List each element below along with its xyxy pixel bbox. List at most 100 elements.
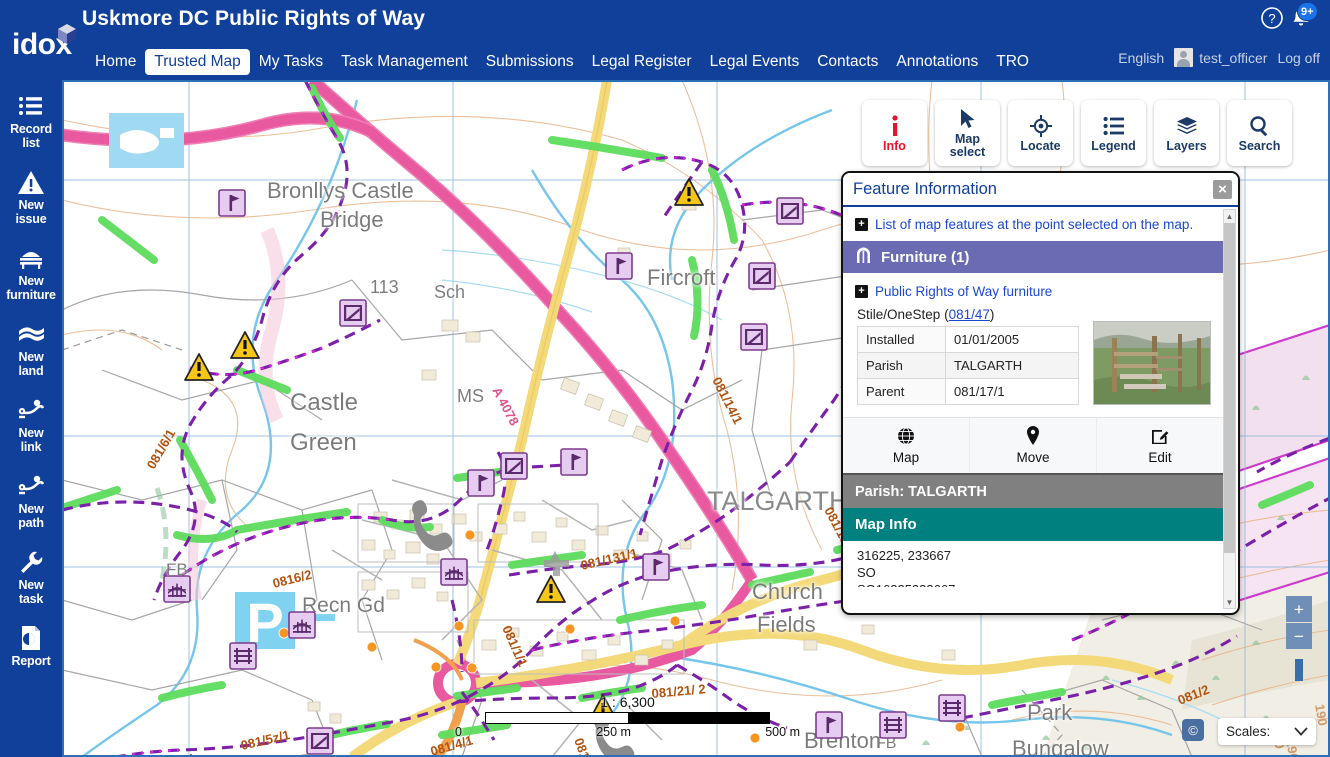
sidebar-item-record-list[interactable]: Record list bbox=[0, 90, 62, 152]
panel-tail-inner bbox=[943, 611, 961, 613]
map-warning-icon[interactable] bbox=[230, 331, 260, 359]
nav-contacts[interactable]: Contacts bbox=[808, 49, 887, 75]
map-marker-stile[interactable] bbox=[938, 694, 966, 722]
map-marker-signpost[interactable] bbox=[560, 448, 588, 476]
list-icon bbox=[1103, 114, 1125, 138]
nav-trusted-map[interactable]: Trusted Map bbox=[145, 49, 250, 75]
globe-icon bbox=[897, 427, 915, 448]
question-mark-circle-icon[interactable]: ? bbox=[1260, 6, 1284, 30]
tool-search-button[interactable]: Search bbox=[1227, 100, 1292, 166]
map-marker-gate[interactable] bbox=[500, 452, 528, 480]
scroll-down-icon[interactable]: ▼ bbox=[1224, 596, 1235, 608]
tool-layers-label: Layers bbox=[1166, 138, 1207, 153]
map-warning-icon[interactable] bbox=[184, 353, 214, 381]
expand-plus-icon[interactable]: + bbox=[855, 285, 868, 298]
nav-annotations[interactable]: Annotations bbox=[887, 49, 987, 75]
language-selector[interactable]: English bbox=[1118, 50, 1164, 66]
attr-key-parent: Parent bbox=[857, 378, 946, 405]
application-window: idox Uskmore DC Public Rights of Way Hom… bbox=[0, 0, 1330, 757]
map-marker-gate[interactable] bbox=[339, 299, 367, 327]
nav-task-management[interactable]: Task Management bbox=[332, 49, 477, 75]
sidebar-item-new-furniture[interactable]: New furniture bbox=[0, 242, 62, 304]
sidebar-label-new-issue: New issue bbox=[15, 198, 47, 226]
nav-tro[interactable]: TRO bbox=[987, 49, 1038, 75]
feature-ref-link[interactable]: 081/47 bbox=[949, 307, 990, 322]
sidebar-item-new-path[interactable]: New path bbox=[0, 470, 62, 532]
sidebar-item-new-land[interactable]: New land bbox=[0, 318, 62, 380]
nav-my-tasks[interactable]: My Tasks bbox=[250, 49, 332, 75]
map-marker-gate[interactable] bbox=[306, 727, 334, 755]
action-move-label: Move bbox=[1016, 450, 1050, 465]
subsection-link[interactable]: Public Rights of Way furniture bbox=[875, 284, 1052, 299]
map-marker-bridge[interactable] bbox=[440, 558, 468, 586]
feature-name-row: Stile/OneStep (081/47) bbox=[857, 307, 995, 322]
tool-layers-button[interactable]: Layers bbox=[1154, 100, 1219, 166]
map-marker-bridge[interactable] bbox=[288, 611, 316, 639]
sidebar-label-new-path: New path bbox=[18, 502, 44, 530]
tool-locate-button[interactable]: Locate bbox=[1008, 100, 1073, 166]
tool-map-select-button[interactable]: Map select bbox=[935, 100, 1000, 166]
scale-ratio-label: 1 : 6,300 bbox=[600, 694, 655, 710]
route-node-icon bbox=[16, 472, 46, 500]
list-icon bbox=[17, 92, 45, 120]
zoom-in-button[interactable]: + bbox=[1286, 596, 1312, 622]
notifications-bell[interactable]: 9+ bbox=[1288, 2, 1318, 32]
feature-photo[interactable] bbox=[1093, 321, 1211, 405]
map-marker-signpost[interactable] bbox=[467, 469, 495, 497]
map-marker-signpost[interactable] bbox=[605, 252, 633, 280]
nav-legal-register[interactable]: Legal Register bbox=[583, 49, 701, 75]
copyright-icon[interactable]: © bbox=[1182, 719, 1204, 741]
nav-submissions[interactable]: Submissions bbox=[477, 49, 583, 75]
user-menu[interactable]: test_officer bbox=[1174, 48, 1267, 67]
map-marker-bridge[interactable] bbox=[163, 575, 191, 603]
map-marker-signpost[interactable] bbox=[642, 553, 670, 581]
pencil-square-icon bbox=[1151, 427, 1169, 448]
map-marker-gate[interactable] bbox=[748, 262, 776, 290]
action-edit-button[interactable]: Edit bbox=[1097, 418, 1223, 473]
main-navigation: Home Trusted Map My Tasks Task Managemen… bbox=[86, 48, 1038, 76]
category-label: Furniture (1) bbox=[881, 248, 970, 266]
map-marker-signpost[interactable] bbox=[218, 189, 246, 217]
map-info-grid-ref: SO16225233667 bbox=[857, 581, 1211, 587]
chevron-down-icon bbox=[1294, 724, 1308, 739]
subsection-link-row[interactable]: + Public Rights of Way furniture bbox=[843, 273, 1223, 307]
panel-header: Feature Information × bbox=[843, 173, 1238, 207]
scales-select[interactable]: Scales: bbox=[1218, 718, 1316, 745]
idox-logo[interactable]: idox bbox=[12, 22, 78, 68]
svg-text:?: ? bbox=[1268, 11, 1275, 26]
scrollbar-thumb[interactable] bbox=[1224, 223, 1235, 553]
top-header: idox Uskmore DC Public Rights of Way Hom… bbox=[0, 0, 1330, 80]
panel-scrollbar[interactable]: ▲ ▼ bbox=[1223, 209, 1236, 609]
action-map-button[interactable]: Map bbox=[843, 418, 970, 473]
nav-legal-events[interactable]: Legal Events bbox=[701, 49, 809, 75]
zoom-slider[interactable] bbox=[1295, 659, 1303, 681]
tool-legend-button[interactable]: Legend bbox=[1081, 100, 1146, 166]
sidebar-item-new-issue[interactable]: New issue bbox=[0, 166, 62, 228]
scroll-up-icon[interactable]: ▲ bbox=[1224, 210, 1235, 222]
nav-home[interactable]: Home bbox=[86, 49, 145, 75]
map-marker-gate[interactable] bbox=[740, 323, 768, 351]
scale-tick-250: 250 m bbox=[596, 725, 631, 739]
cursor-arrow-icon bbox=[959, 107, 977, 131]
close-icon[interactable]: × bbox=[1213, 179, 1232, 199]
feature-list-link[interactable]: List of map features at the point select… bbox=[875, 217, 1193, 232]
map-pin-icon bbox=[1025, 426, 1041, 448]
map-marker-stile[interactable] bbox=[229, 642, 257, 670]
feature-list-link-row[interactable]: + List of map features at the point sele… bbox=[843, 207, 1223, 241]
sidebar-item-new-task[interactable]: New task bbox=[0, 546, 62, 608]
logoff-link[interactable]: Log off bbox=[1277, 50, 1320, 66]
sidebar-item-report[interactable]: Report bbox=[0, 622, 62, 671]
expand-plus-icon[interactable]: + bbox=[855, 218, 868, 231]
map-marker-signpost[interactable] bbox=[815, 711, 843, 739]
map-warning-icon[interactable] bbox=[536, 575, 566, 603]
map-marker-gate[interactable] bbox=[776, 197, 804, 225]
action-move-button[interactable]: Move bbox=[970, 418, 1097, 473]
sidebar-item-new-link[interactable]: New link bbox=[0, 394, 62, 456]
map-info-bar: Map Info bbox=[843, 508, 1223, 541]
tool-locate-label: Locate bbox=[1020, 138, 1061, 153]
zoom-out-button[interactable]: − bbox=[1286, 623, 1312, 649]
map-warning-icon[interactable] bbox=[674, 178, 704, 206]
map-marker-stile[interactable] bbox=[879, 711, 907, 739]
tool-info-button[interactable]: Info bbox=[862, 100, 927, 166]
table-row: Installed 01/01/2005 bbox=[857, 326, 1079, 353]
